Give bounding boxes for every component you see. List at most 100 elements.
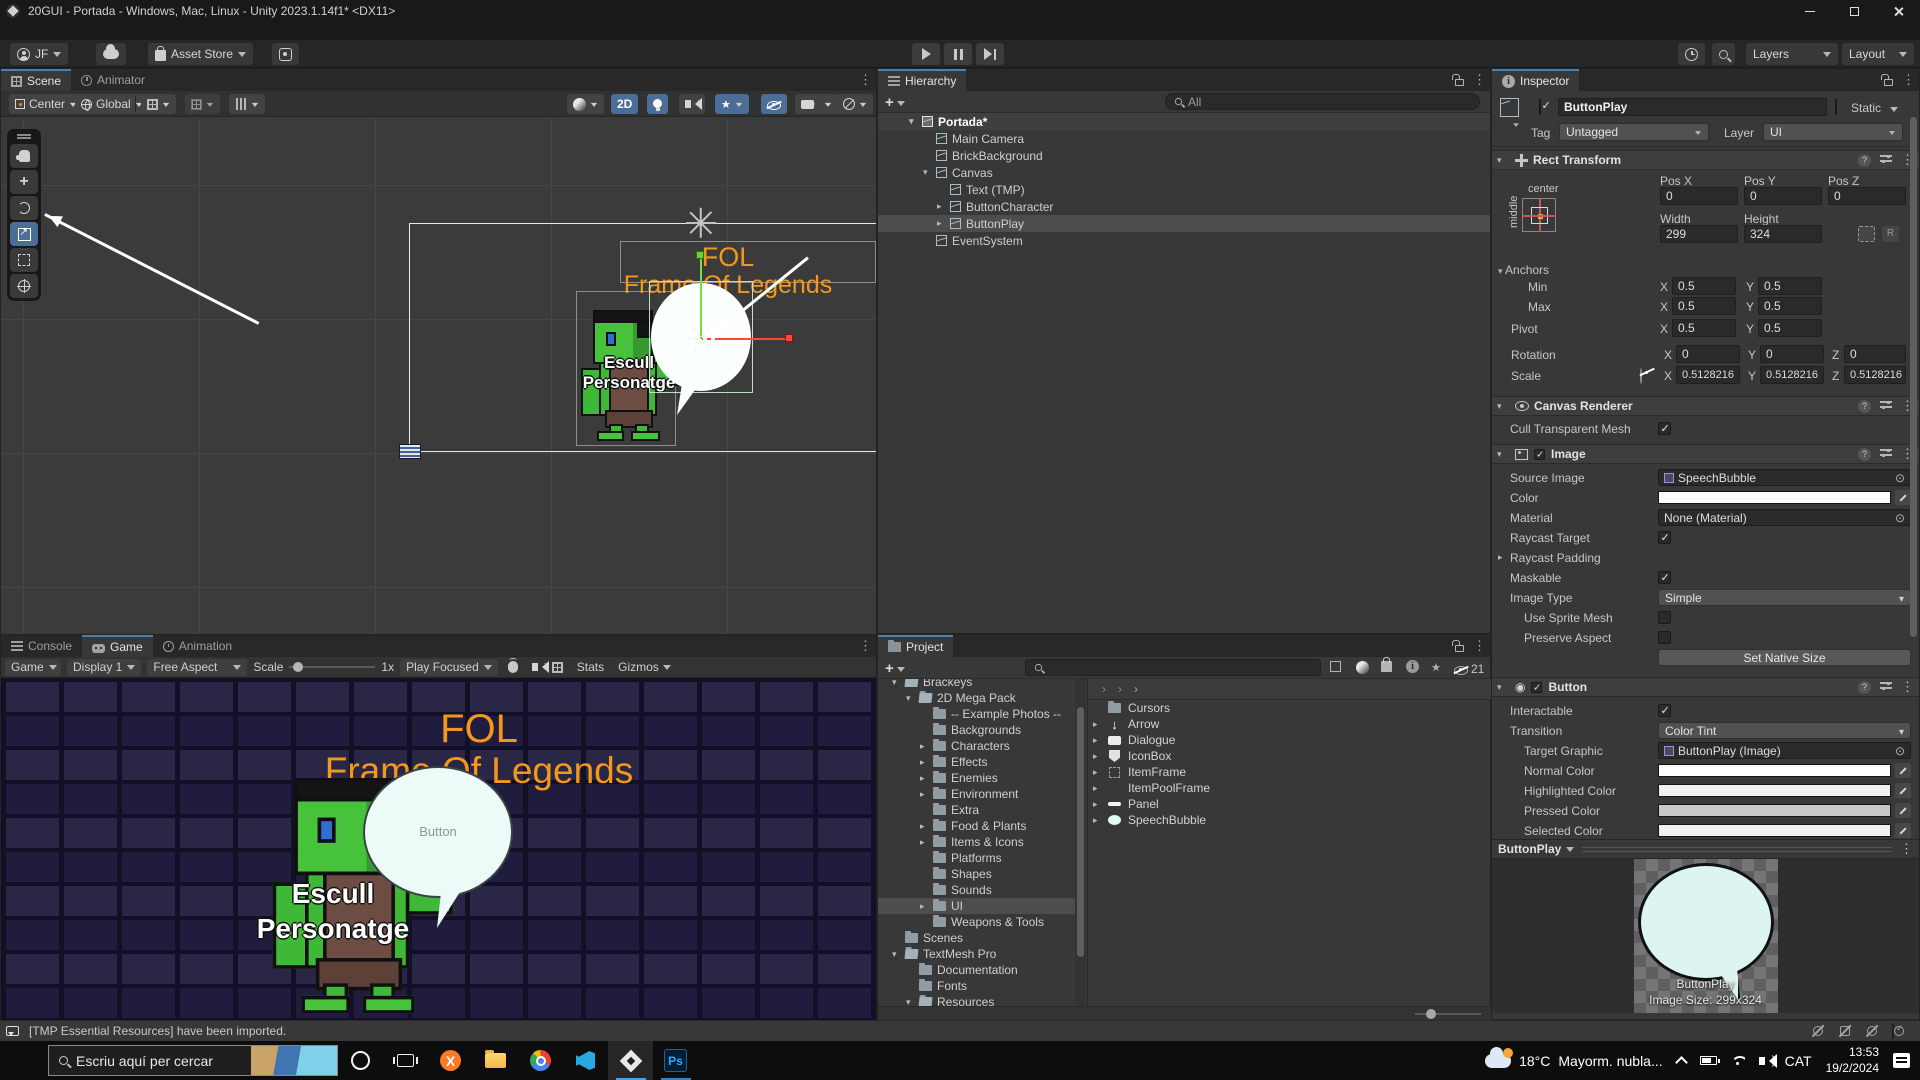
- breadcrumb-item[interactable]: [1096, 682, 1112, 696]
- posy-field[interactable]: 0: [1744, 187, 1822, 205]
- status-message[interactable]: [TMP Essential Resources] have been impo…: [29, 1024, 286, 1038]
- checkbox[interactable]: [1658, 531, 1671, 544]
- scene-viewport[interactable]: FOL Frame Of Legends: [1, 117, 876, 634]
- rect-tool-pivot-gizmo[interactable]: [686, 208, 716, 238]
- grid-snapping-button[interactable]: [229, 94, 265, 114]
- checkbox[interactable]: [1658, 422, 1671, 435]
- panel-menu-icon[interactable]: [1473, 72, 1486, 88]
- tab-scene[interactable]: Scene: [1, 69, 71, 91]
- disclosure-icon[interactable]: [1093, 815, 1106, 826]
- anchor-max-y[interactable]: 0.5: [1758, 297, 1822, 315]
- search-by-import-icon[interactable]: [1406, 660, 1419, 673]
- panel-menu-icon[interactable]: [859, 638, 872, 654]
- lock-icon[interactable]: [1884, 75, 1893, 89]
- grid-visibility-button[interactable]: [141, 94, 176, 114]
- dropdown[interactable]: Simple: [1658, 589, 1911, 606]
- hierarchy-row[interactable]: Main Camera: [878, 130, 1490, 147]
- scale-y[interactable]: 0.5128216: [1760, 366, 1824, 384]
- account-dropdown[interactable]: JF: [10, 43, 68, 65]
- hierarchy-row[interactable]: ButtonPlay: [878, 215, 1490, 232]
- posx-field[interactable]: 0: [1660, 187, 1738, 205]
- hierarchy-search-input[interactable]: All: [1165, 93, 1480, 110]
- disclosure-icon[interactable]: [920, 757, 933, 768]
- blueprint-mode-button[interactable]: [1858, 226, 1875, 242]
- tool-handle-rotation-dropdown[interactable]: Global: [75, 94, 149, 114]
- gameobject-name-field[interactable]: ButtonPlay: [1558, 98, 1827, 116]
- game-display-mode-dropdown[interactable]: Game: [5, 659, 61, 676]
- disclosure-icon[interactable]: [1093, 799, 1106, 810]
- disclosure-icon[interactable]: [892, 679, 905, 688]
- tab-inspector[interactable]: Inspector: [1492, 69, 1579, 91]
- vsync-toggle[interactable]: [548, 659, 567, 676]
- scrollbar-thumb[interactable]: [1910, 117, 1917, 637]
- file-row[interactable]: Cursors: [1088, 700, 1491, 716]
- project-tree-row[interactable]: Brackeys: [878, 679, 1075, 690]
- lock-icon[interactable]: [1455, 641, 1464, 655]
- rotate-tool[interactable]: [10, 196, 38, 220]
- move-handle-x-cap[interactable]: [785, 334, 793, 342]
- asset-store-dropdown[interactable]: Asset Store: [148, 43, 253, 65]
- aspect-ratio-dropdown[interactable]: Free Aspect: [147, 659, 247, 676]
- notification-center-icon[interactable]: [1893, 1053, 1910, 1068]
- layer-dropdown[interactable]: UI: [1763, 123, 1903, 141]
- hierarchy-row[interactable]: BrickBackground: [878, 147, 1490, 164]
- presets-icon[interactable]: [1880, 449, 1892, 459]
- task-view-button[interactable]: [383, 1041, 428, 1080]
- preview-title[interactable]: ButtonPlay: [1498, 842, 1574, 856]
- color-swatch[interactable]: [1658, 804, 1891, 817]
- battery-icon[interactable]: [1700, 1056, 1717, 1065]
- project-tree-row[interactable]: Backgrounds: [878, 722, 1075, 738]
- taskbar-app-photoshop[interactable]: Ps: [653, 1041, 698, 1080]
- draw-mode-dropdown[interactable]: [567, 94, 604, 114]
- camera-settings-dropdown[interactable]: [795, 94, 838, 114]
- anchor-preset-widget[interactable]: [1522, 198, 1556, 232]
- object-picker-icon[interactable]: [1895, 511, 1905, 525]
- preview-menu-icon[interactable]: [1900, 841, 1913, 857]
- layers-dropdown[interactable]: Layers: [1746, 43, 1838, 65]
- wifi-icon[interactable]: [1731, 1056, 1745, 1066]
- game-scale-slider[interactable]: Scale 1x: [253, 660, 394, 674]
- checkbox[interactable]: [1658, 631, 1671, 644]
- play-focused-dropdown[interactable]: Play Focused: [400, 659, 498, 676]
- object-field[interactable]: None (Material): [1658, 509, 1911, 526]
- color-swatch[interactable]: [1658, 824, 1891, 837]
- background-tasks-icon[interactable]: [1892, 1024, 1906, 1038]
- disclosure-icon[interactable]: [920, 773, 933, 784]
- component-enabled-checkbox[interactable]: [1531, 681, 1542, 692]
- project-search-input[interactable]: [1025, 659, 1321, 676]
- pivot-y[interactable]: 0.5: [1758, 319, 1822, 337]
- weather-widget[interactable]: 18°C Mayorm. nubla...: [1485, 1053, 1663, 1069]
- foldout-icon[interactable]: ▾: [1497, 449, 1510, 460]
- disclosure-icon[interactable]: [920, 901, 933, 912]
- scrollbar-thumb[interactable]: [1077, 707, 1084, 957]
- foldout-icon[interactable]: ▾: [1497, 682, 1510, 693]
- disclosure-icon[interactable]: [1093, 719, 1106, 730]
- taskbar-search-input[interactable]: Escriu aquí per cercar: [48, 1045, 338, 1076]
- dropdown[interactable]: Color Tint: [1658, 722, 1911, 739]
- project-tree-scrollbar[interactable]: [1075, 679, 1086, 1006]
- set-native-size-button[interactable]: Set Native Size: [1658, 649, 1911, 666]
- tray-expand-icon[interactable]: [1675, 1056, 1688, 1069]
- create-object-button[interactable]: [885, 94, 905, 111]
- anchor-min-x[interactable]: 0.5: [1672, 277, 1736, 295]
- project-tree-row[interactable]: Food & Plants: [878, 818, 1075, 834]
- package-manager-button[interactable]: [272, 43, 299, 65]
- file-row[interactable]: IconBox: [1088, 748, 1491, 764]
- disclosure-icon[interactable]: [937, 201, 950, 212]
- taskbar-app-chrome[interactable]: [518, 1041, 563, 1080]
- slider-thumb[interactable]: [293, 662, 303, 672]
- close-button[interactable]: [1876, 0, 1920, 22]
- file-row[interactable]: ItemFrame: [1088, 764, 1491, 780]
- display-target-dropdown[interactable]: Display 1: [67, 659, 141, 676]
- disclosure-icon[interactable]: [920, 837, 933, 848]
- open-in-new-window-icon[interactable]: [1330, 661, 1341, 672]
- cache-server-disabled-icon[interactable]: [1838, 1024, 1852, 1038]
- link-scale-icon[interactable]: [1640, 369, 1653, 382]
- preview-packages-icon[interactable]: [1865, 1024, 1879, 1038]
- disclosure-icon[interactable]: [906, 997, 919, 1007]
- breadcrumb-item[interactable]: [1112, 682, 1128, 696]
- disclosure-icon[interactable]: [892, 949, 905, 960]
- active-checkbox[interactable]: [1539, 99, 1541, 115]
- project-tree-row[interactable]: Resources: [878, 994, 1075, 1006]
- snap-increment-button[interactable]: [185, 94, 220, 114]
